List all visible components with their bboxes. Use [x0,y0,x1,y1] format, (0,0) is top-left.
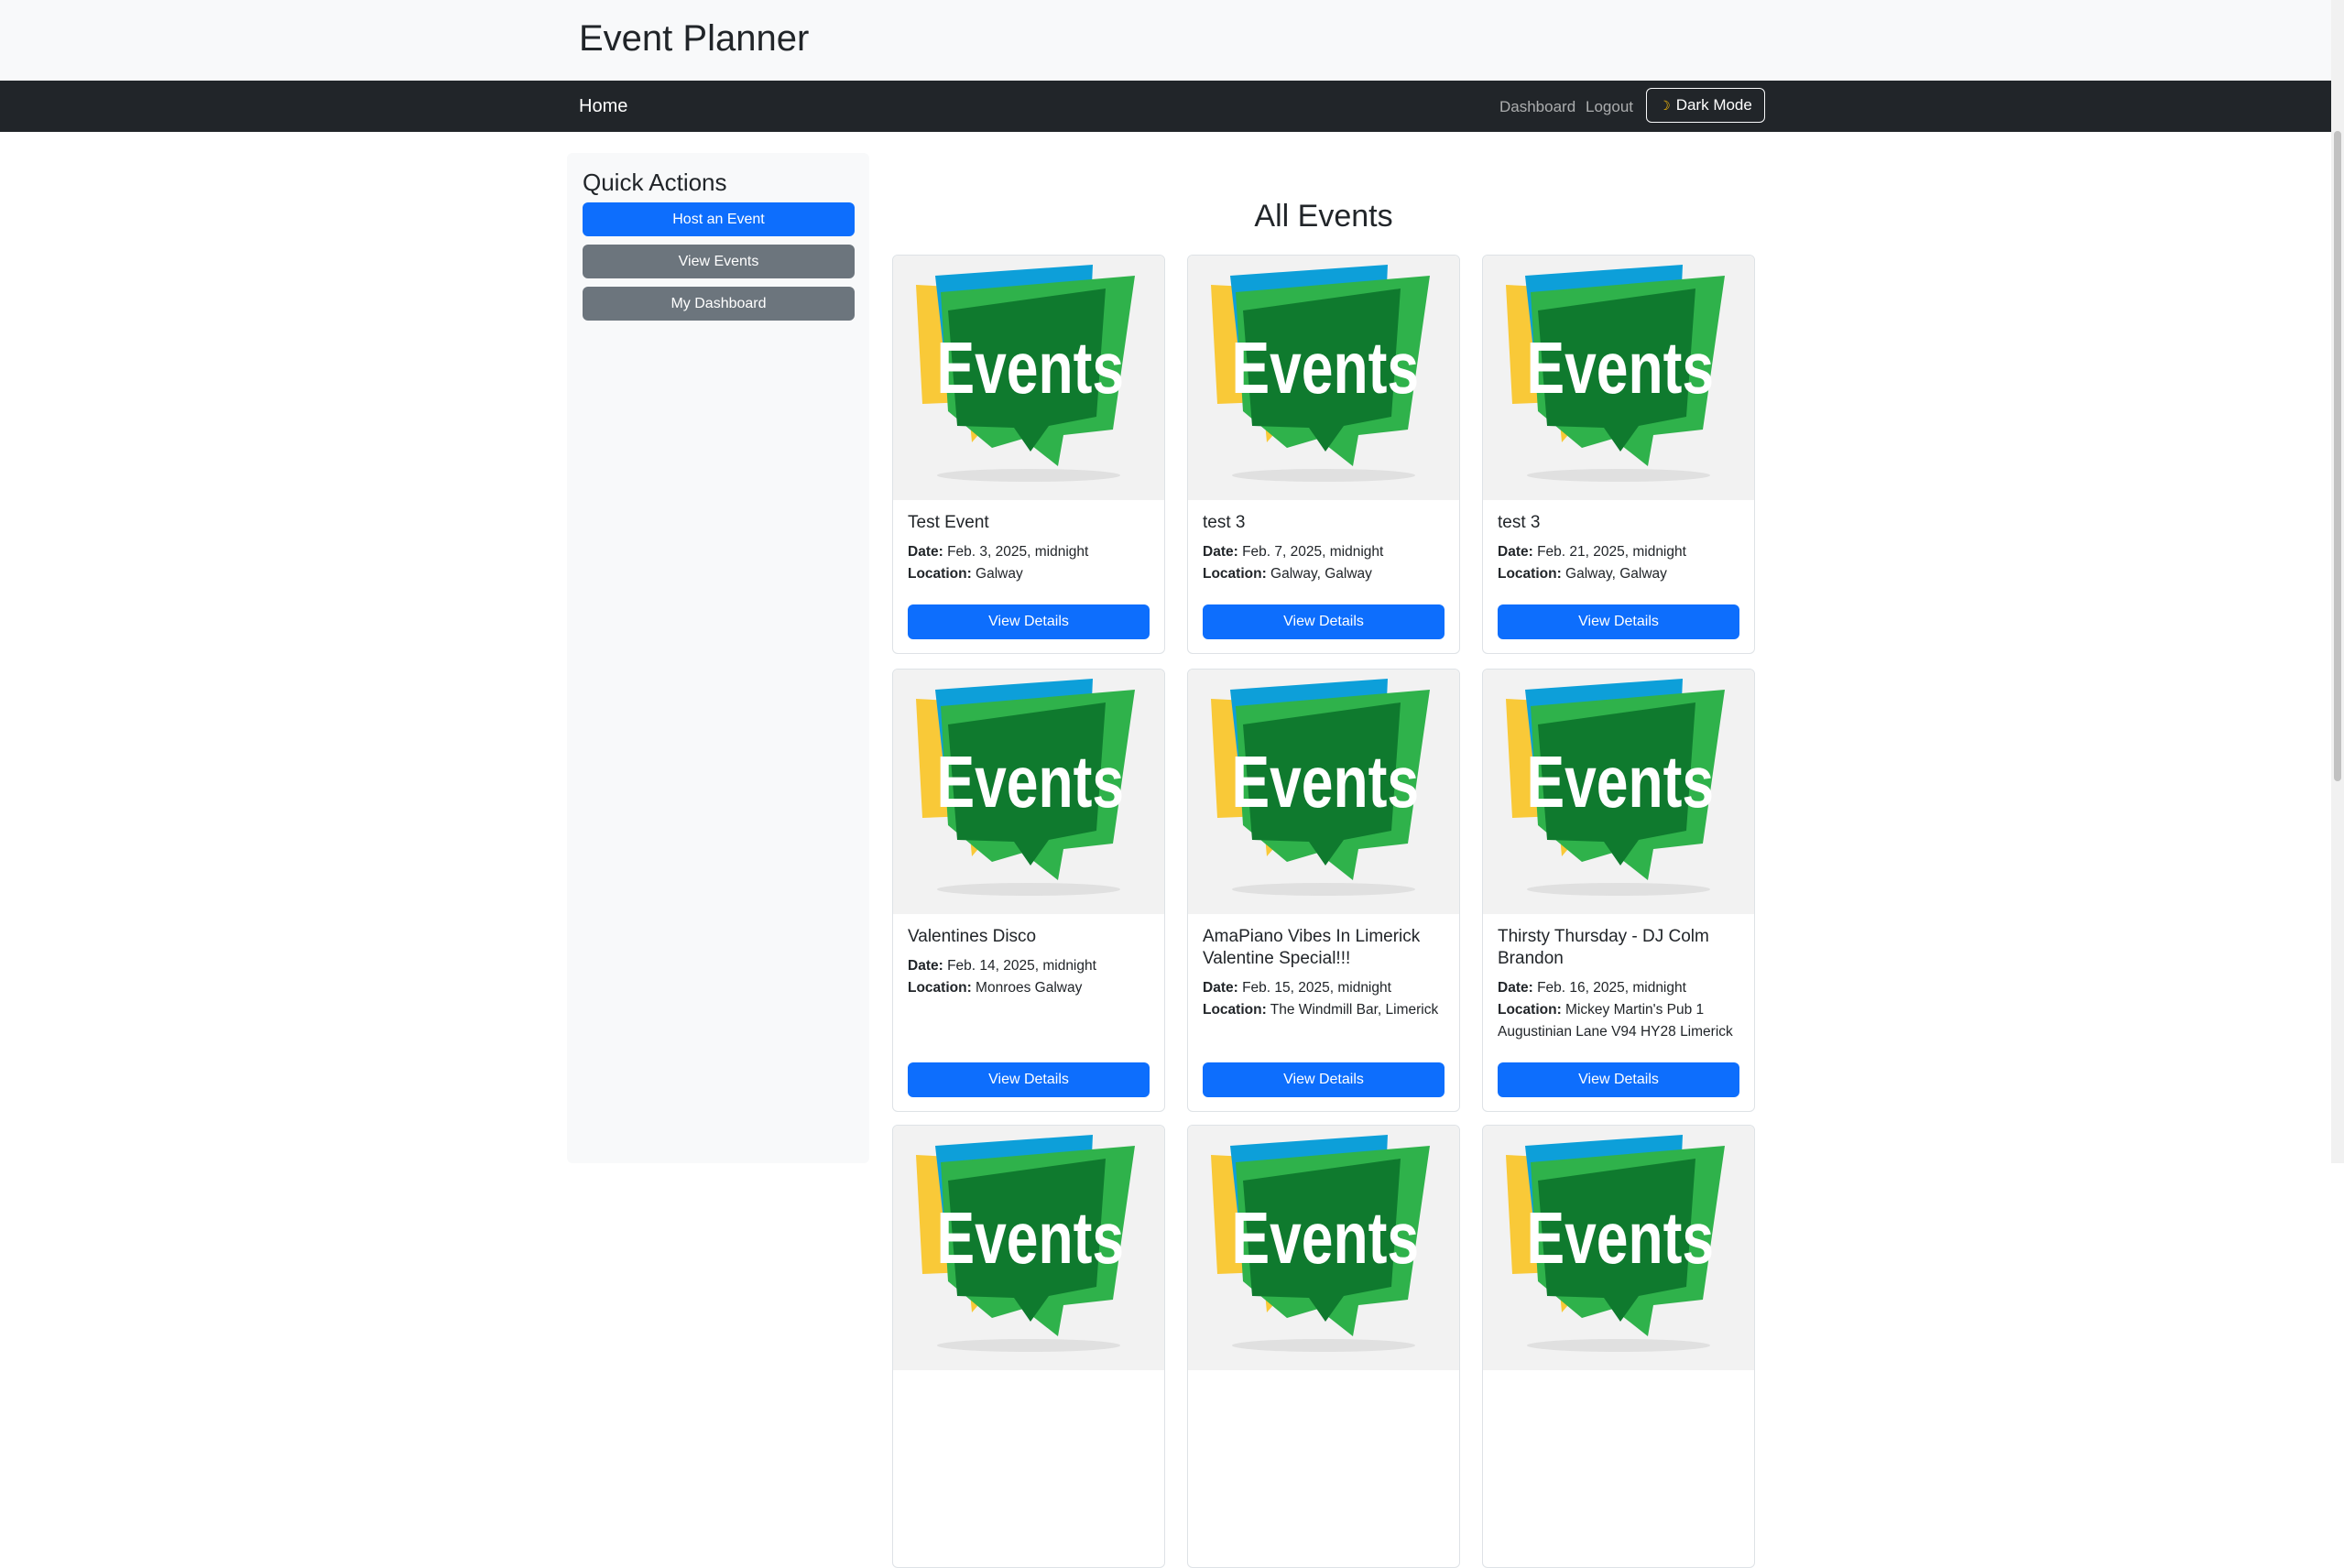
event-title: test 3 [1203,513,1246,532]
sidebar-title: Quick Actions [583,169,727,196]
event-date-label: Date: [908,544,943,560]
view-details-button[interactable]: View Details [1203,604,1445,639]
event-location-label: Location: [1203,566,1267,582]
event-location-value: Galway, Galway [1266,566,1372,582]
event-location-value: Monroes Galway [971,980,1083,996]
event-image: Events [893,1126,1164,1370]
event-location-value: The Windmill Bar, Limerick [1266,1002,1439,1018]
top-header: Event Planner [0,0,2331,81]
view-details-button[interactable]: View Details [1203,1062,1445,1097]
event-date: Date: Feb. 15, 2025, midnight [1203,977,1450,999]
event-date-value: Feb. 15, 2025, midnight [1237,980,1391,996]
svg-text:Events: Events [1526,1198,1714,1279]
event-card: Events Thirsty Thursday - DJ Colm Brandon… [1482,669,1755,1112]
event-location-value: Galway, Galway [1561,566,1667,582]
event-image: Events [893,670,1164,914]
host-event-button[interactable]: Host an Event [583,202,855,236]
svg-text:Events: Events [1526,328,1714,409]
event-card: Events Valentines Disco Date: Feb. 14, 202… [892,669,1165,1112]
app-title: Event Planner [579,18,810,59]
scrollbar[interactable] [2331,0,2344,1163]
event-date: Date: Feb. 21, 2025, midnight [1498,541,1745,563]
event-card: Events [892,1125,1165,1568]
scrollbar-thumb[interactable] [2334,131,2341,781]
dark-mode-toggle[interactable]: ☽ Dark Mode [1646,88,1765,123]
event-image: Events [1188,256,1459,500]
view-details-button[interactable]: View Details [1498,1062,1739,1097]
svg-text:Events: Events [936,328,1124,409]
event-date: Date: Feb. 3, 2025, midnight [908,541,1155,563]
view-events-button[interactable]: View Events [583,245,855,278]
navbar: Home Dashboard Logout ☽ Dark Mode [0,81,2331,132]
nav-dashboard-link[interactable]: Dashboard [1499,96,1575,118]
svg-text:Events: Events [936,1198,1124,1279]
view-details-button[interactable]: View Details [908,604,1150,639]
event-date: Date: Feb. 14, 2025, midnight [908,955,1155,977]
event-location-label: Location: [1498,1002,1562,1018]
event-date-label: Date: [908,958,943,974]
my-dashboard-button[interactable]: My Dashboard [583,287,855,321]
svg-text:Events: Events [1231,742,1419,823]
event-card: Events [1482,1125,1755,1568]
event-location-label: Location: [1203,1002,1267,1018]
event-location-label: Location: [1498,566,1562,582]
event-title: Valentines Disco [908,927,1037,946]
event-title: Test Event [908,513,989,532]
event-date-label: Date: [1498,544,1533,560]
svg-text:Events: Events [1231,1198,1419,1279]
svg-text:Events: Events [936,742,1124,823]
event-location-label: Location: [908,980,972,996]
page-heading: All Events [1254,199,1393,234]
event-location-label: Location: [908,566,972,582]
event-title: AmaPiano Vibes In Limerick Valentine Spe… [1203,927,1421,968]
event-card: Events [1187,1125,1460,1568]
event-card: Events test 3 Date: Feb. 7, 2025, midnight… [1187,255,1460,654]
event-card: Events AmaPiano Vibes In Limerick Valenti… [1187,669,1460,1112]
dark-mode-label: Dark Mode [1675,96,1752,114]
event-image: Events [1188,1126,1459,1370]
event-card: Events test 3 Date: Feb. 21, 2025, midnigh… [1482,255,1755,654]
event-image: Events [1483,256,1754,500]
event-card: Events Test Event Date: Feb. 3, 2025, midn… [892,255,1165,654]
event-date-value: Feb. 3, 2025, midnight [943,544,1089,560]
event-image: Events [1483,1126,1754,1370]
event-location: Location: Monroes Galway [908,977,1155,999]
event-image: Events [1188,670,1459,914]
event-date-value: Feb. 16, 2025, midnight [1532,980,1686,996]
view-details-button[interactable]: View Details [1498,604,1739,639]
event-title: Thirsty Thursday - DJ Colm Brandon [1498,927,1709,968]
event-date-label: Date: [1203,544,1238,560]
event-date: Date: Feb. 7, 2025, midnight [1203,541,1450,563]
svg-text:Events: Events [1231,328,1419,409]
svg-text:Events: Events [1526,742,1714,823]
event-date-label: Date: [1203,980,1238,996]
event-location-value: Galway [971,566,1023,582]
nav-logout-link[interactable]: Logout [1586,96,1633,118]
event-location: Location: Galway, Galway [1203,563,1450,585]
event-location: Location: The Windmill Bar, Limerick [1203,999,1450,1021]
quick-actions-sidebar: Quick Actions Host an Event View Events … [567,153,869,1163]
view-details-button[interactable]: View Details [908,1062,1150,1097]
nav-home-link[interactable]: Home [579,93,627,119]
event-title: test 3 [1498,513,1541,532]
event-location: Location: Mickey Martin's Pub 1 Augustin… [1498,999,1745,1043]
event-image: Events [1483,670,1754,914]
event-date-value: Feb. 14, 2025, midnight [943,958,1096,974]
event-date-label: Date: [1498,980,1533,996]
event-location: Location: Galway, Galway [1498,563,1745,585]
event-location: Location: Galway [908,563,1155,585]
event-date-value: Feb. 7, 2025, midnight [1237,544,1384,560]
event-image: Events [893,256,1164,500]
event-date-value: Feb. 21, 2025, midnight [1532,544,1686,560]
moon-icon: ☽ [1659,97,1671,113]
event-date: Date: Feb. 16, 2025, midnight [1498,977,1745,999]
